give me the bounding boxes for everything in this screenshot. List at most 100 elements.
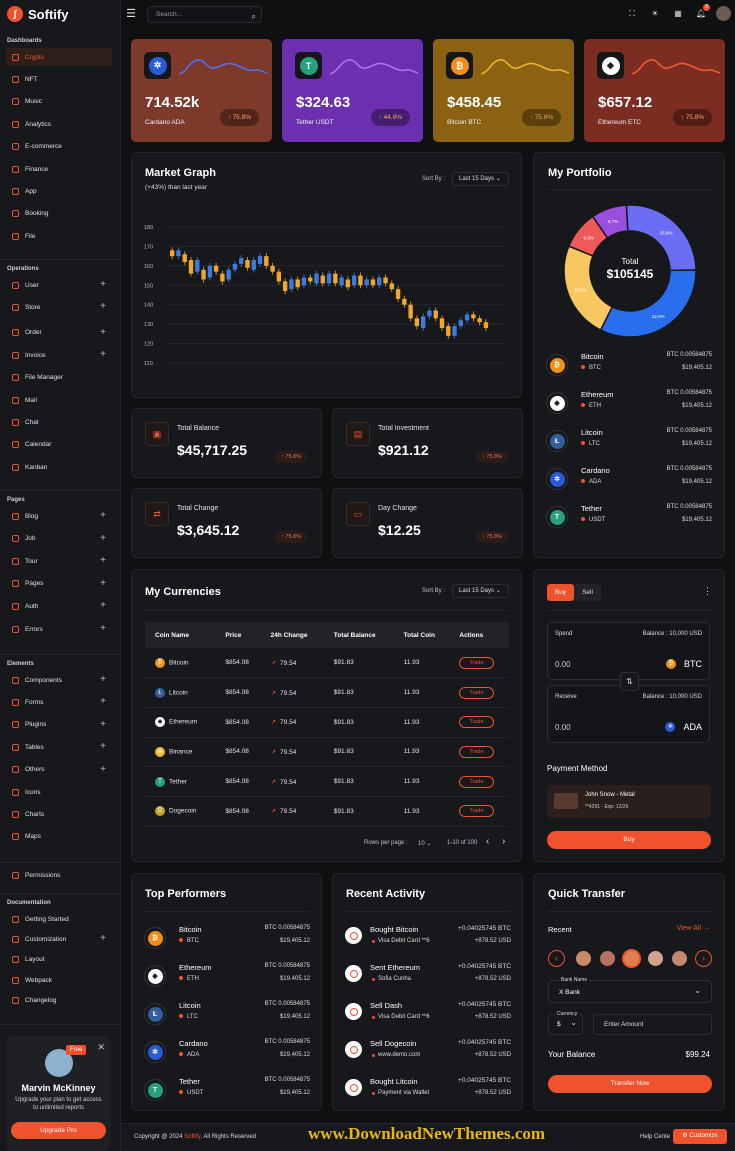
sidebar-item-analytics[interactable]: Analytics [6,115,112,133]
contact-avatar-selected[interactable] [622,949,641,968]
coin-row[interactable]: ◆ Ethereum ETH BTC 0.00584875 $19,405.12 [546,388,712,422]
activity-item[interactable]: Sell Dash Visa Debit Card **6 +0.04025745 … [345,999,511,1033]
expand-icon[interactable]: + [100,327,106,338]
balance-card[interactable]: ⇄ Total Change $3,645.12 ↑ 75.8% [131,488,322,558]
balance-card[interactable]: ▭ Day Change $12.25 ↑ 75.8% [332,488,523,558]
sidebar-item-calendar[interactable]: Calendar [6,436,112,454]
sidebar-item-pages[interactable]: Pages + [6,575,112,593]
sidebar-item-getting-started[interactable]: Getting Started [6,910,112,928]
sidebar-item-app[interactable]: App [6,182,112,200]
transfer-now-button[interactable]: Transfer Now [548,1075,712,1093]
buy-button[interactable]: Buy [547,831,711,849]
sidebar-item-components[interactable]: Components + [6,671,112,689]
expand-icon[interactable]: + [100,600,106,611]
buy-tab[interactable]: Buy [547,584,574,601]
stat-card[interactable]: ₿ $458.45 Bitcoin BTC ↑ 75.8% [433,39,574,142]
sidebar-item-music[interactable]: Music [6,93,112,111]
coin-row[interactable]: ✲ Cardano ADA BTC 0.00584875 $19,405.12 [546,464,712,498]
expand-icon[interactable]: + [100,533,106,544]
sidebar-item-job[interactable]: Job + [6,530,112,548]
sidebar-item-auth[interactable]: Auth + [6,597,112,615]
expand-icon[interactable]: + [100,741,106,752]
sidebar-item-plugins[interactable]: Plugins + [6,716,112,734]
footer-brand[interactable]: Softify [184,1134,200,1140]
sidebar-item-changelog[interactable]: Changelog [6,992,112,1010]
sidebar-item-chat[interactable]: Chat [6,413,112,431]
expand-icon[interactable]: + [100,279,106,290]
coin-row[interactable]: ₿ Bitcoin BTC BTC 0.00584875 $19,405.12 [546,350,712,384]
expand-icon[interactable]: + [100,933,106,944]
contact-avatar[interactable] [576,951,591,966]
coin-row[interactable]: Ł Litcoin LTC BTC 0.00584875 $19,405.12 [546,426,712,460]
stat-card[interactable]: ✲ 714.52k Cardano ADA ↑ 75.8% [131,39,272,142]
sidebar-item-crypto[interactable]: Crypto [6,48,112,66]
sidebar-item-invoice[interactable]: Invoice + [6,346,112,364]
sort-select-2[interactable]: Last 15 Days ⌄ [452,584,509,598]
prev-page-icon[interactable]: ‹ [486,836,489,847]
coin-row[interactable]: ₿ Bitcoin BTC BTC 0.00584875 $19,405.12 [144,923,310,957]
currency-select[interactable]: Currency $ ⌄ [548,1011,583,1035]
spend-currency[interactable]: ₿ BTC [666,659,702,669]
table-row[interactable]: ◈ Binance $854.08 ↗ 79.54 $91.83 11.93 Trade [145,737,509,768]
receive-box[interactable]: Receive Balance : 10,000 USD 0.00 ✲ ADA [547,685,710,743]
next-contact-icon[interactable]: › [695,950,712,967]
sidebar-item-store[interactable]: Store + [6,298,112,316]
expand-icon[interactable]: + [100,349,106,360]
activity-item[interactable]: Bought Litcoin Payment via Wallet +0.04025… [345,1075,511,1109]
sidebar-item-layout[interactable]: Layout [6,951,112,969]
trade-button[interactable]: Trade [459,686,494,699]
trade-button[interactable]: Trade [459,656,494,669]
coin-row[interactable]: T Tether USDT BTC 0.00584875 $19,405.12 [144,1075,310,1109]
logo[interactable]: ∫ Softify [7,6,68,22]
activity-item[interactable]: Bought Bitcoin Visa Debit Card **6 +0.0402… [345,923,511,957]
expand-icon[interactable]: + [100,623,106,634]
payment-card[interactable]: John Snow - Metal **4291 - Exp: 12/26 [547,785,711,818]
table-row[interactable]: T Tether $854.08 ↗ 79.54 $91.83 11.93 Trade [145,766,509,797]
sell-tab[interactable]: Sell [574,584,601,601]
amount-input[interactable]: Enter Amount [593,1014,712,1035]
bank-select[interactable]: Bank Name X Bank ⌄ [548,977,712,1003]
trade-button[interactable]: Trade [459,805,494,818]
sidebar-item-forms[interactable]: Forms + [6,693,112,711]
sort-select[interactable]: Last 15 Days ⌄ [452,172,509,186]
menu-icon[interactable]: ☰ [125,8,137,20]
sidebar-item-errors[interactable]: Errors + [6,620,112,638]
contact-avatar[interactable] [600,951,615,966]
sidebar-item-customization[interactable]: Customization + [6,930,112,948]
table-row[interactable]: D Dogecoin $854.08 ↗ 79.54 $91.83 11.93 Trade [145,796,509,827]
sidebar-item-mail[interactable]: Mail [6,391,112,409]
sidebar-item-tour[interactable]: Tour + [6,552,112,570]
balance-card[interactable]: ▣ Total Balance $45,717.25 ↑ 75.8% [131,408,322,478]
table-row[interactable]: ◆ Ethereum $854.08 ↗ 79.54 $91.83 11.93 Trade [145,707,509,738]
trade-button[interactable]: Trade [459,716,494,729]
contact-avatar[interactable] [672,951,687,966]
stat-card[interactable]: T $324.63 Tether USDT ↑ 44.8% [282,39,423,142]
expand-icon[interactable]: + [100,578,106,589]
help-center-link[interactable]: Help Cente [640,1134,670,1140]
swap-icon[interactable]: ⇅ [620,672,639,691]
sidebar-item-user[interactable]: User + [6,276,112,294]
customize-button[interactable]: ⚙ Customize [673,1129,727,1144]
coin-row[interactable]: T Tether USDT BTC 0.00584875 $19,405.12 [546,502,712,536]
stat-card[interactable]: ◆ $657.12 Ethereum ETC ↑ 75.8% [584,39,725,142]
expand-icon[interactable]: + [100,555,106,566]
sidebar-item-e-commerce[interactable]: E-commerce [6,138,112,156]
sidebar-item-kanban[interactable]: Kanban [6,458,112,476]
sidebar-item-nft[interactable]: NFT [6,70,112,88]
sidebar-item-icons[interactable]: Icons [6,783,112,801]
expand-icon[interactable]: + [100,510,106,521]
sidebar-item-webpack[interactable]: Webpack [6,971,112,989]
close-icon[interactable]: ✕ [97,1042,105,1053]
sidebar-item-maps[interactable]: Maps [6,828,112,846]
table-row[interactable]: Ł Litcoin $854.08 ↗ 79.54 $91.83 11.93 Trade [145,677,509,708]
coin-row[interactable]: Ł Litcoin LTC BTC 0.00584875 $19,405.12 [144,999,310,1033]
sidebar-item-finance[interactable]: Finance [6,160,112,178]
sidebar-item-booking[interactable]: Booking [6,205,112,223]
rows-per-page-select[interactable]: 10 ⌄ [418,840,431,847]
expand-icon[interactable]: + [100,696,106,707]
coin-row[interactable]: ✲ Cardano ADA BTC 0.00584875 $19,405.12 [144,1037,310,1071]
sidebar-item-order[interactable]: Order + [6,324,112,342]
next-page-icon[interactable]: › [502,836,505,847]
sidebar-item-tables[interactable]: Tables + [6,738,112,756]
coin-row[interactable]: ◆ Ethereum ETH BTC 0.00584875 $19,405.12 [144,961,310,995]
